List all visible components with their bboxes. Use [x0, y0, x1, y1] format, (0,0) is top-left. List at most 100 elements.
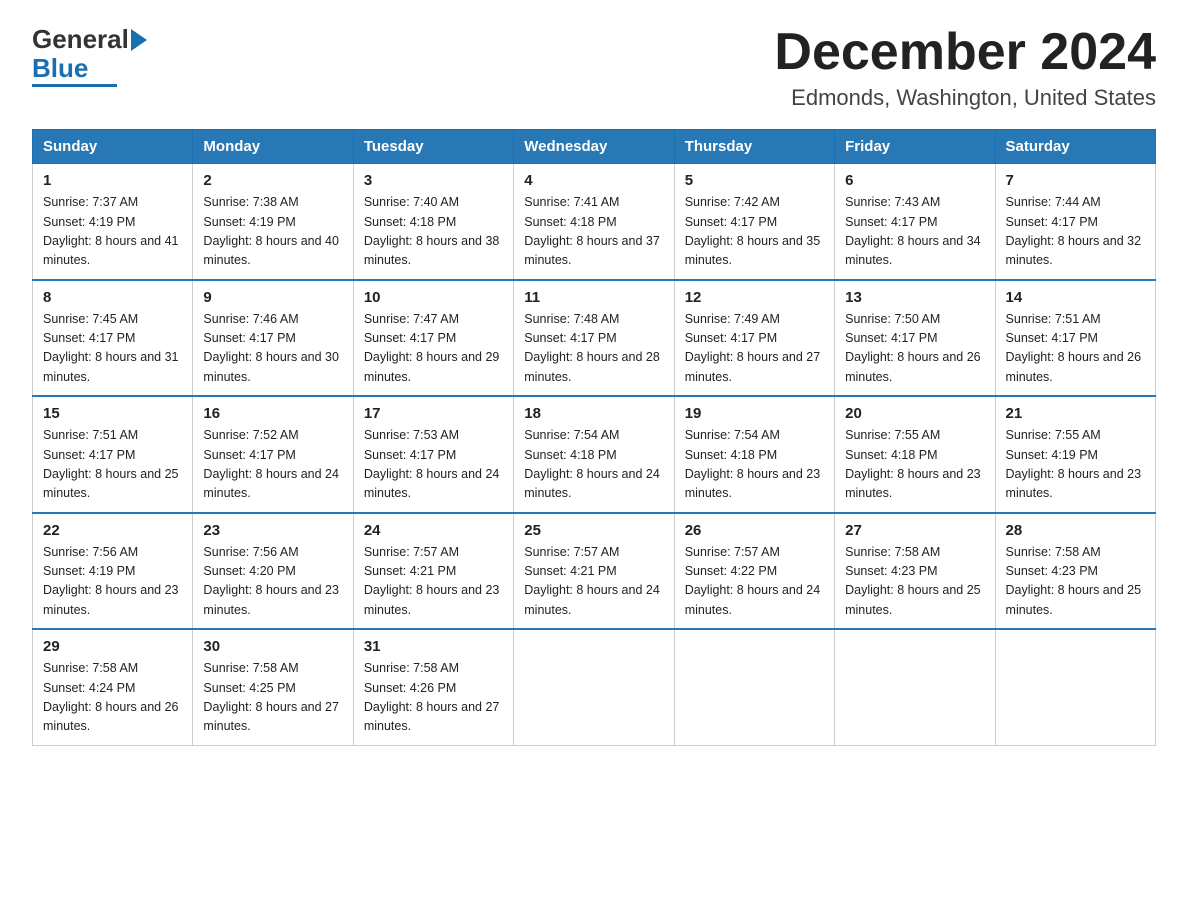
calendar-cell: 7 Sunrise: 7:44 AMSunset: 4:17 PMDayligh… — [995, 164, 1155, 280]
calendar-cell: 15 Sunrise: 7:51 AMSunset: 4:17 PMDaylig… — [33, 396, 193, 513]
calendar-cell: 10 Sunrise: 7:47 AMSunset: 4:17 PMDaylig… — [353, 280, 513, 397]
day-number: 1 — [43, 172, 182, 189]
logo-underline — [32, 84, 117, 87]
header-saturday: Saturday — [995, 130, 1155, 164]
calendar-cell — [835, 629, 995, 745]
calendar-cell: 17 Sunrise: 7:53 AMSunset: 4:17 PMDaylig… — [353, 396, 513, 513]
day-info: Sunrise: 7:41 AMSunset: 4:18 PMDaylight:… — [524, 195, 660, 267]
day-number: 24 — [364, 522, 503, 539]
day-info: Sunrise: 7:43 AMSunset: 4:17 PMDaylight:… — [845, 195, 981, 267]
title-area: December 2024 Edmonds, Washington, Unite… — [774, 24, 1156, 111]
calendar-cell: 5 Sunrise: 7:42 AMSunset: 4:17 PMDayligh… — [674, 164, 834, 280]
day-number: 19 — [685, 405, 824, 422]
day-info: Sunrise: 7:49 AMSunset: 4:17 PMDaylight:… — [685, 312, 821, 384]
calendar-cell: 14 Sunrise: 7:51 AMSunset: 4:17 PMDaylig… — [995, 280, 1155, 397]
week-row-2: 8 Sunrise: 7:45 AMSunset: 4:17 PMDayligh… — [33, 280, 1156, 397]
header-sunday: Sunday — [33, 130, 193, 164]
calendar-cell: 24 Sunrise: 7:57 AMSunset: 4:21 PMDaylig… — [353, 513, 513, 630]
calendar-table: Sunday Monday Tuesday Wednesday Thursday… — [32, 129, 1156, 746]
day-info: Sunrise: 7:51 AMSunset: 4:17 PMDaylight:… — [1006, 312, 1142, 384]
day-number: 13 — [845, 289, 984, 306]
logo-general: General — [32, 24, 129, 55]
day-number: 3 — [364, 172, 503, 189]
month-title: December 2024 — [774, 24, 1156, 81]
day-number: 7 — [1006, 172, 1145, 189]
calendar-header-row: Sunday Monday Tuesday Wednesday Thursday… — [33, 130, 1156, 164]
calendar-cell: 13 Sunrise: 7:50 AMSunset: 4:17 PMDaylig… — [835, 280, 995, 397]
day-number: 2 — [203, 172, 342, 189]
day-number: 29 — [43, 638, 182, 655]
day-number: 17 — [364, 405, 503, 422]
calendar-cell: 1 Sunrise: 7:37 AMSunset: 4:19 PMDayligh… — [33, 164, 193, 280]
week-row-5: 29 Sunrise: 7:58 AMSunset: 4:24 PMDaylig… — [33, 629, 1156, 745]
day-number: 14 — [1006, 289, 1145, 306]
calendar-cell: 31 Sunrise: 7:58 AMSunset: 4:26 PMDaylig… — [353, 629, 513, 745]
day-info: Sunrise: 7:47 AMSunset: 4:17 PMDaylight:… — [364, 312, 500, 384]
calendar-cell: 29 Sunrise: 7:58 AMSunset: 4:24 PMDaylig… — [33, 629, 193, 745]
day-info: Sunrise: 7:58 AMSunset: 4:26 PMDaylight:… — [364, 661, 500, 733]
day-number: 10 — [364, 289, 503, 306]
calendar-cell: 16 Sunrise: 7:52 AMSunset: 4:17 PMDaylig… — [193, 396, 353, 513]
day-info: Sunrise: 7:42 AMSunset: 4:17 PMDaylight:… — [685, 195, 821, 267]
day-info: Sunrise: 7:54 AMSunset: 4:18 PMDaylight:… — [524, 428, 660, 500]
location-subtitle: Edmonds, Washington, United States — [774, 85, 1156, 111]
day-number: 11 — [524, 289, 663, 306]
header-wednesday: Wednesday — [514, 130, 674, 164]
day-info: Sunrise: 7:52 AMSunset: 4:17 PMDaylight:… — [203, 428, 339, 500]
day-number: 28 — [1006, 522, 1145, 539]
logo-row: General — [32, 24, 151, 55]
logo-area: General Blue — [32, 24, 151, 87]
calendar-cell: 27 Sunrise: 7:58 AMSunset: 4:23 PMDaylig… — [835, 513, 995, 630]
day-number: 31 — [364, 638, 503, 655]
week-row-3: 15 Sunrise: 7:51 AMSunset: 4:17 PMDaylig… — [33, 396, 1156, 513]
calendar-cell: 19 Sunrise: 7:54 AMSunset: 4:18 PMDaylig… — [674, 396, 834, 513]
day-info: Sunrise: 7:58 AMSunset: 4:24 PMDaylight:… — [43, 661, 179, 733]
calendar-cell: 18 Sunrise: 7:54 AMSunset: 4:18 PMDaylig… — [514, 396, 674, 513]
day-info: Sunrise: 7:48 AMSunset: 4:17 PMDaylight:… — [524, 312, 660, 384]
calendar-cell: 12 Sunrise: 7:49 AMSunset: 4:17 PMDaylig… — [674, 280, 834, 397]
header-friday: Friday — [835, 130, 995, 164]
calendar-cell: 22 Sunrise: 7:56 AMSunset: 4:19 PMDaylig… — [33, 513, 193, 630]
day-number: 8 — [43, 289, 182, 306]
day-info: Sunrise: 7:58 AMSunset: 4:25 PMDaylight:… — [203, 661, 339, 733]
day-number: 26 — [685, 522, 824, 539]
calendar-cell: 21 Sunrise: 7:55 AMSunset: 4:19 PMDaylig… — [995, 396, 1155, 513]
day-number: 30 — [203, 638, 342, 655]
day-number: 27 — [845, 522, 984, 539]
day-info: Sunrise: 7:45 AMSunset: 4:17 PMDaylight:… — [43, 312, 179, 384]
page-header: General Blue December 2024 Edmonds, Wash… — [32, 24, 1156, 111]
day-number: 21 — [1006, 405, 1145, 422]
header-monday: Monday — [193, 130, 353, 164]
day-info: Sunrise: 7:58 AMSunset: 4:23 PMDaylight:… — [845, 545, 981, 617]
day-info: Sunrise: 7:56 AMSunset: 4:19 PMDaylight:… — [43, 545, 179, 617]
header-thursday: Thursday — [674, 130, 834, 164]
day-info: Sunrise: 7:40 AMSunset: 4:18 PMDaylight:… — [364, 195, 500, 267]
day-info: Sunrise: 7:46 AMSunset: 4:17 PMDaylight:… — [203, 312, 339, 384]
day-number: 18 — [524, 405, 663, 422]
calendar-cell: 3 Sunrise: 7:40 AMSunset: 4:18 PMDayligh… — [353, 164, 513, 280]
calendar-cell — [514, 629, 674, 745]
day-number: 22 — [43, 522, 182, 539]
day-info: Sunrise: 7:50 AMSunset: 4:17 PMDaylight:… — [845, 312, 981, 384]
day-info: Sunrise: 7:51 AMSunset: 4:17 PMDaylight:… — [43, 428, 179, 500]
calendar-cell: 23 Sunrise: 7:56 AMSunset: 4:20 PMDaylig… — [193, 513, 353, 630]
day-number: 16 — [203, 405, 342, 422]
calendar-cell — [674, 629, 834, 745]
calendar-cell: 30 Sunrise: 7:58 AMSunset: 4:25 PMDaylig… — [193, 629, 353, 745]
header-tuesday: Tuesday — [353, 130, 513, 164]
day-number: 12 — [685, 289, 824, 306]
day-info: Sunrise: 7:58 AMSunset: 4:23 PMDaylight:… — [1006, 545, 1142, 617]
calendar-cell: 28 Sunrise: 7:58 AMSunset: 4:23 PMDaylig… — [995, 513, 1155, 630]
week-row-4: 22 Sunrise: 7:56 AMSunset: 4:19 PMDaylig… — [33, 513, 1156, 630]
day-number: 4 — [524, 172, 663, 189]
day-number: 23 — [203, 522, 342, 539]
logo-flag-icon — [131, 29, 151, 51]
calendar-cell: 4 Sunrise: 7:41 AMSunset: 4:18 PMDayligh… — [514, 164, 674, 280]
day-info: Sunrise: 7:55 AMSunset: 4:19 PMDaylight:… — [1006, 428, 1142, 500]
calendar-cell: 26 Sunrise: 7:57 AMSunset: 4:22 PMDaylig… — [674, 513, 834, 630]
day-number: 15 — [43, 405, 182, 422]
day-info: Sunrise: 7:44 AMSunset: 4:17 PMDaylight:… — [1006, 195, 1142, 267]
day-info: Sunrise: 7:57 AMSunset: 4:21 PMDaylight:… — [524, 545, 660, 617]
day-info: Sunrise: 7:56 AMSunset: 4:20 PMDaylight:… — [203, 545, 339, 617]
logo-bottom: Blue — [32, 55, 117, 87]
